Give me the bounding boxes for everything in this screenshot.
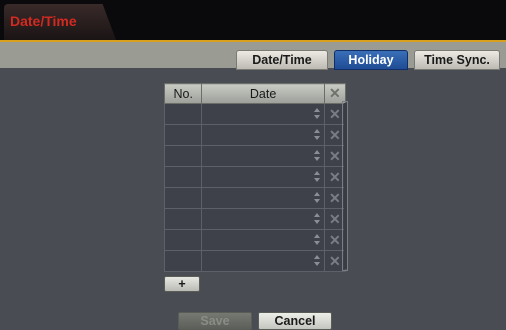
spin-arrows-icon[interactable]: [313, 150, 321, 161]
tab-time-sync[interactable]: Time Sync.: [414, 50, 500, 70]
title-bar: Date/Time: [0, 0, 506, 40]
table-row[interactable]: ✕: [163, 124, 347, 146]
table-row[interactable]: ✕: [163, 103, 347, 125]
table-row[interactable]: ✕: [163, 145, 347, 167]
no-cell: [163, 250, 203, 272]
spin-arrows-icon[interactable]: [313, 213, 321, 224]
date-cell[interactable]: [201, 229, 325, 251]
holiday-table: No. Date ✕ ✕ ✕ ✕ ✕ ✕ ✕ ✕ ✕: [163, 83, 347, 272]
column-header-date: Date: [201, 83, 325, 104]
tab-date-time[interactable]: Date/Time: [236, 50, 328, 70]
date-cell[interactable]: [201, 250, 325, 272]
column-header-no: No.: [163, 83, 203, 104]
delete-icon[interactable]: ✕: [329, 190, 341, 206]
scrollbar-thumb[interactable]: [342, 101, 348, 271]
holiday-setup-screen: Date/Time Date/Time Holiday Time Sync. N…: [0, 0, 506, 330]
delete-all-icon: ✕: [329, 85, 341, 101]
delete-icon[interactable]: ✕: [329, 232, 341, 248]
delete-icon[interactable]: ✕: [329, 148, 341, 164]
no-cell: [163, 166, 203, 188]
tab-holiday[interactable]: Holiday: [334, 50, 408, 70]
no-cell: [163, 145, 203, 167]
table-row[interactable]: ✕: [163, 229, 347, 251]
spin-arrows-icon[interactable]: [313, 108, 321, 119]
spin-arrows-icon[interactable]: [313, 255, 321, 266]
delete-icon[interactable]: ✕: [329, 169, 341, 185]
no-cell: [163, 208, 203, 230]
delete-icon[interactable]: ✕: [329, 253, 341, 269]
spin-arrows-icon[interactable]: [313, 129, 321, 140]
table-row[interactable]: ✕: [163, 187, 347, 209]
date-cell[interactable]: [201, 208, 325, 230]
date-cell[interactable]: [201, 166, 325, 188]
no-cell: [163, 124, 203, 146]
spin-arrows-icon[interactable]: [313, 234, 321, 245]
date-cell[interactable]: [201, 145, 325, 167]
table-row[interactable]: ✕: [163, 250, 347, 272]
delete-icon[interactable]: ✕: [329, 127, 341, 143]
no-cell: [163, 229, 203, 251]
spin-arrows-icon[interactable]: [313, 171, 321, 182]
date-cell[interactable]: [201, 103, 325, 125]
no-cell: [163, 187, 203, 209]
add-holiday-button[interactable]: +: [164, 276, 200, 292]
window-title: Date/Time: [10, 13, 77, 29]
table-row[interactable]: ✕: [163, 166, 347, 188]
date-cell[interactable]: [201, 124, 325, 146]
delete-icon[interactable]: ✕: [329, 106, 341, 122]
no-cell: [163, 103, 203, 125]
save-button[interactable]: Save: [178, 312, 252, 330]
cancel-button[interactable]: Cancel: [258, 312, 332, 330]
spin-arrows-icon[interactable]: [313, 192, 321, 203]
date-cell[interactable]: [201, 187, 325, 209]
table-row[interactable]: ✕: [163, 208, 347, 230]
delete-icon[interactable]: ✕: [329, 211, 341, 227]
table-header-row: No. Date ✕: [163, 83, 347, 104]
